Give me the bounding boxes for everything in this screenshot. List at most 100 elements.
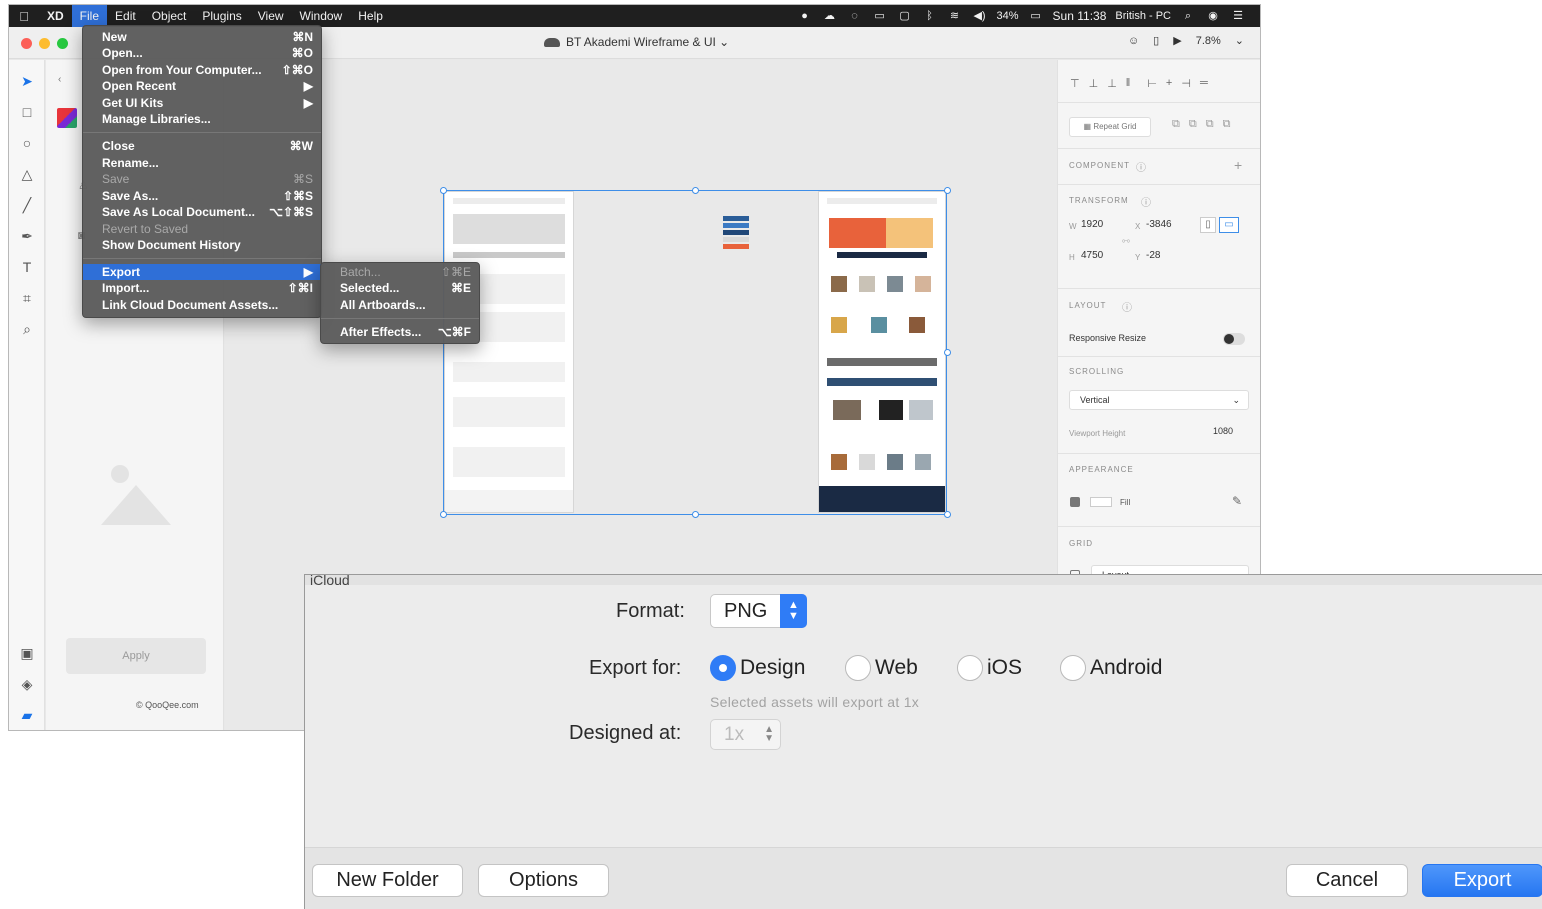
zoom-tool-icon[interactable]: ⌕ <box>18 320 36 338</box>
polygon-tool-icon[interactable]: △ <box>18 165 36 183</box>
viewport-height-field[interactable]: 1080 <box>1213 426 1233 436</box>
align-middle-icon[interactable]: ⊥ <box>1089 77 1099 90</box>
document-title[interactable]: BT Akademi Wireframe & UI ⌄ <box>544 35 729 49</box>
share-user-icon[interactable]: ☺ <box>1128 35 1139 47</box>
intersect-boolean-icon[interactable]: ⧉ <box>1206 118 1214 131</box>
menu-window[interactable]: Window <box>292 5 351 27</box>
fill-checkbox[interactable] <box>1070 497 1080 507</box>
scrolling-select[interactable]: Vertical ⌄ <box>1069 390 1249 410</box>
eyedropper-icon[interactable]: ✎ <box>1232 494 1242 508</box>
menu-item-get-ui-kits[interactable]: Get UI Kits ▶ <box>83 95 321 111</box>
lock-aspect-icon[interactable]: ⧟ <box>1122 236 1130 246</box>
menu-item-after-effects[interactable]: After Effects... ⌥⌘F <box>321 324 479 340</box>
y-field[interactable]: -28 <box>1146 250 1160 261</box>
minimize-window-button[interactable] <box>39 38 50 49</box>
airplay-icon[interactable]: ▢ <box>897 10 913 22</box>
resize-handle-br[interactable] <box>944 511 951 518</box>
subtract-boolean-icon[interactable]: ⧉ <box>1189 118 1197 131</box>
distribute-horizontal-icon[interactable]: ═ <box>1200 77 1208 90</box>
menu-plugins[interactable]: Plugins <box>194 5 249 27</box>
align-top-icon[interactable]: ⊤ <box>1070 77 1080 90</box>
menu-item-export-all-artboards[interactable]: All Artboards... <box>321 297 479 313</box>
radio-web[interactable] <box>845 655 871 681</box>
options-button[interactable]: Options <box>478 864 609 897</box>
repeat-grid-button[interactable]: ▦ Repeat Grid <box>1069 117 1151 137</box>
resize-handle-b[interactable] <box>692 511 699 518</box>
responsive-resize-toggle[interactable] <box>1223 333 1245 345</box>
radio-web-label[interactable]: Web <box>875 656 918 680</box>
zoom-chevron-icon[interactable]: ⌄ <box>1235 34 1244 47</box>
menu-file[interactable]: File <box>71 5 108 27</box>
cancel-button[interactable]: Cancel <box>1286 864 1408 897</box>
cloud-sync-icon[interactable]: ☁ <box>822 10 838 22</box>
menu-item-save-as-local[interactable]: Save As Local Document... ⌥⇧⌘S <box>83 204 321 220</box>
menu-item-export[interactable]: Export ▶ <box>83 264 321 280</box>
export-button[interactable]: Export <box>1422 864 1542 897</box>
align-right-icon[interactable]: ⊣ <box>1181 77 1191 90</box>
location-label[interactable]: iCloud <box>310 575 350 585</box>
select-tool-icon[interactable]: ➤ <box>18 72 36 90</box>
wifi-icon[interactable]: ≋ <box>947 10 963 22</box>
close-window-button[interactable] <box>21 38 32 49</box>
add-component-icon[interactable]: + <box>1234 157 1242 173</box>
apple-icon[interactable]:  <box>9 9 39 24</box>
resize-handle-bl[interactable] <box>440 511 447 518</box>
menu-item-open-from-computer[interactable]: Open from Your Computer... ⇧⌘O <box>83 62 321 78</box>
layout-info-icon[interactable]: ⓘ <box>1122 299 1132 314</box>
resize-handle-tr[interactable] <box>944 187 951 194</box>
radio-android[interactable] <box>1060 655 1086 681</box>
artboard-tool-icon[interactable]: ⌗ <box>18 289 36 307</box>
pen-tool-icon[interactable]: ✒ <box>18 227 36 245</box>
menu-item-manage-libraries[interactable]: Manage Libraries... <box>83 111 321 127</box>
menu-item-open-recent[interactable]: Open Recent ▶ <box>83 78 321 94</box>
menu-item-close[interactable]: Close ⌘W <box>83 138 321 154</box>
x-field[interactable]: -3846 <box>1146 219 1172 230</box>
radio-ios[interactable] <box>957 655 983 681</box>
volume-icon[interactable]: ◀) <box>972 10 988 22</box>
resize-handle-r[interactable] <box>944 349 951 356</box>
resize-handle-t[interactable] <box>692 187 699 194</box>
align-bottom-icon[interactable]: ⊥ <box>1107 77 1117 90</box>
portrait-orientation-icon[interactable]: ▯ <box>1200 217 1216 233</box>
plugins-panel-icon[interactable]: ▰ <box>18 706 36 724</box>
resize-handle-tl[interactable] <box>440 187 447 194</box>
assets-panel-icon[interactable]: ▣ <box>18 644 36 662</box>
exclude-boolean-icon[interactable]: ⧉ <box>1223 118 1231 131</box>
menu-item-new[interactable]: New ⌘N <box>83 29 321 45</box>
clock[interactable]: Sun 11:38 <box>1053 9 1107 23</box>
spotlight-search-icon[interactable]: ⌕ <box>1180 10 1196 22</box>
control-center-icon[interactable]: ☰ <box>1230 10 1246 22</box>
fill-color-swatch[interactable] <box>1090 497 1112 507</box>
component-info-icon[interactable]: ⓘ <box>1136 159 1146 174</box>
selection-box[interactable] <box>443 190 947 515</box>
menu-app-xd[interactable]: XD <box>39 5 72 27</box>
zoom-window-button[interactable] <box>57 38 68 49</box>
bluetooth-icon[interactable]: ᛒ <box>922 10 938 22</box>
device-preview-icon[interactable]: ▯ <box>1153 34 1159 47</box>
layers-panel-icon[interactable]: ◈ <box>18 675 36 693</box>
ellipse-tool-icon[interactable]: ○ <box>18 134 36 152</box>
new-folder-button[interactable]: New Folder <box>312 864 463 897</box>
line-tool-icon[interactable]: ╱ <box>18 196 36 214</box>
distribute-vertical-icon[interactable]: ‖ <box>1126 77 1131 90</box>
menu-item-save-as[interactable]: Save As... ⇧⌘S <box>83 188 321 204</box>
landscape-orientation-icon[interactable]: ▭ <box>1219 217 1239 233</box>
radio-ios-label[interactable]: iOS <box>987 656 1022 680</box>
zoom-level[interactable]: 7.8% <box>1196 35 1221 47</box>
menu-item-link-cloud-assets[interactable]: Link Cloud Document Assets... <box>83 297 321 313</box>
transform-info-icon[interactable]: ⓘ <box>1141 194 1151 209</box>
menu-item-open[interactable]: Open... ⌘O <box>83 45 321 61</box>
input-source[interactable]: British - PC <box>1115 10 1171 22</box>
back-chevron-icon[interactable]: ‹ <box>58 74 61 85</box>
display-icon[interactable]: ▭ <box>872 10 888 22</box>
radio-android-label[interactable]: Android <box>1090 656 1162 680</box>
chat-icon[interactable]: ● <box>797 10 813 22</box>
apply-button[interactable]: Apply <box>66 638 206 674</box>
rectangle-tool-icon[interactable]: □ <box>18 103 36 121</box>
plugin-thumbnail[interactable] <box>57 108 77 128</box>
width-field[interactable]: 1920 <box>1081 219 1103 230</box>
radio-design-label[interactable]: Design <box>740 656 805 680</box>
menu-help[interactable]: Help <box>350 5 391 27</box>
battery-icon[interactable]: ▭ <box>1028 10 1044 22</box>
align-center-icon[interactable]: + <box>1166 77 1172 90</box>
